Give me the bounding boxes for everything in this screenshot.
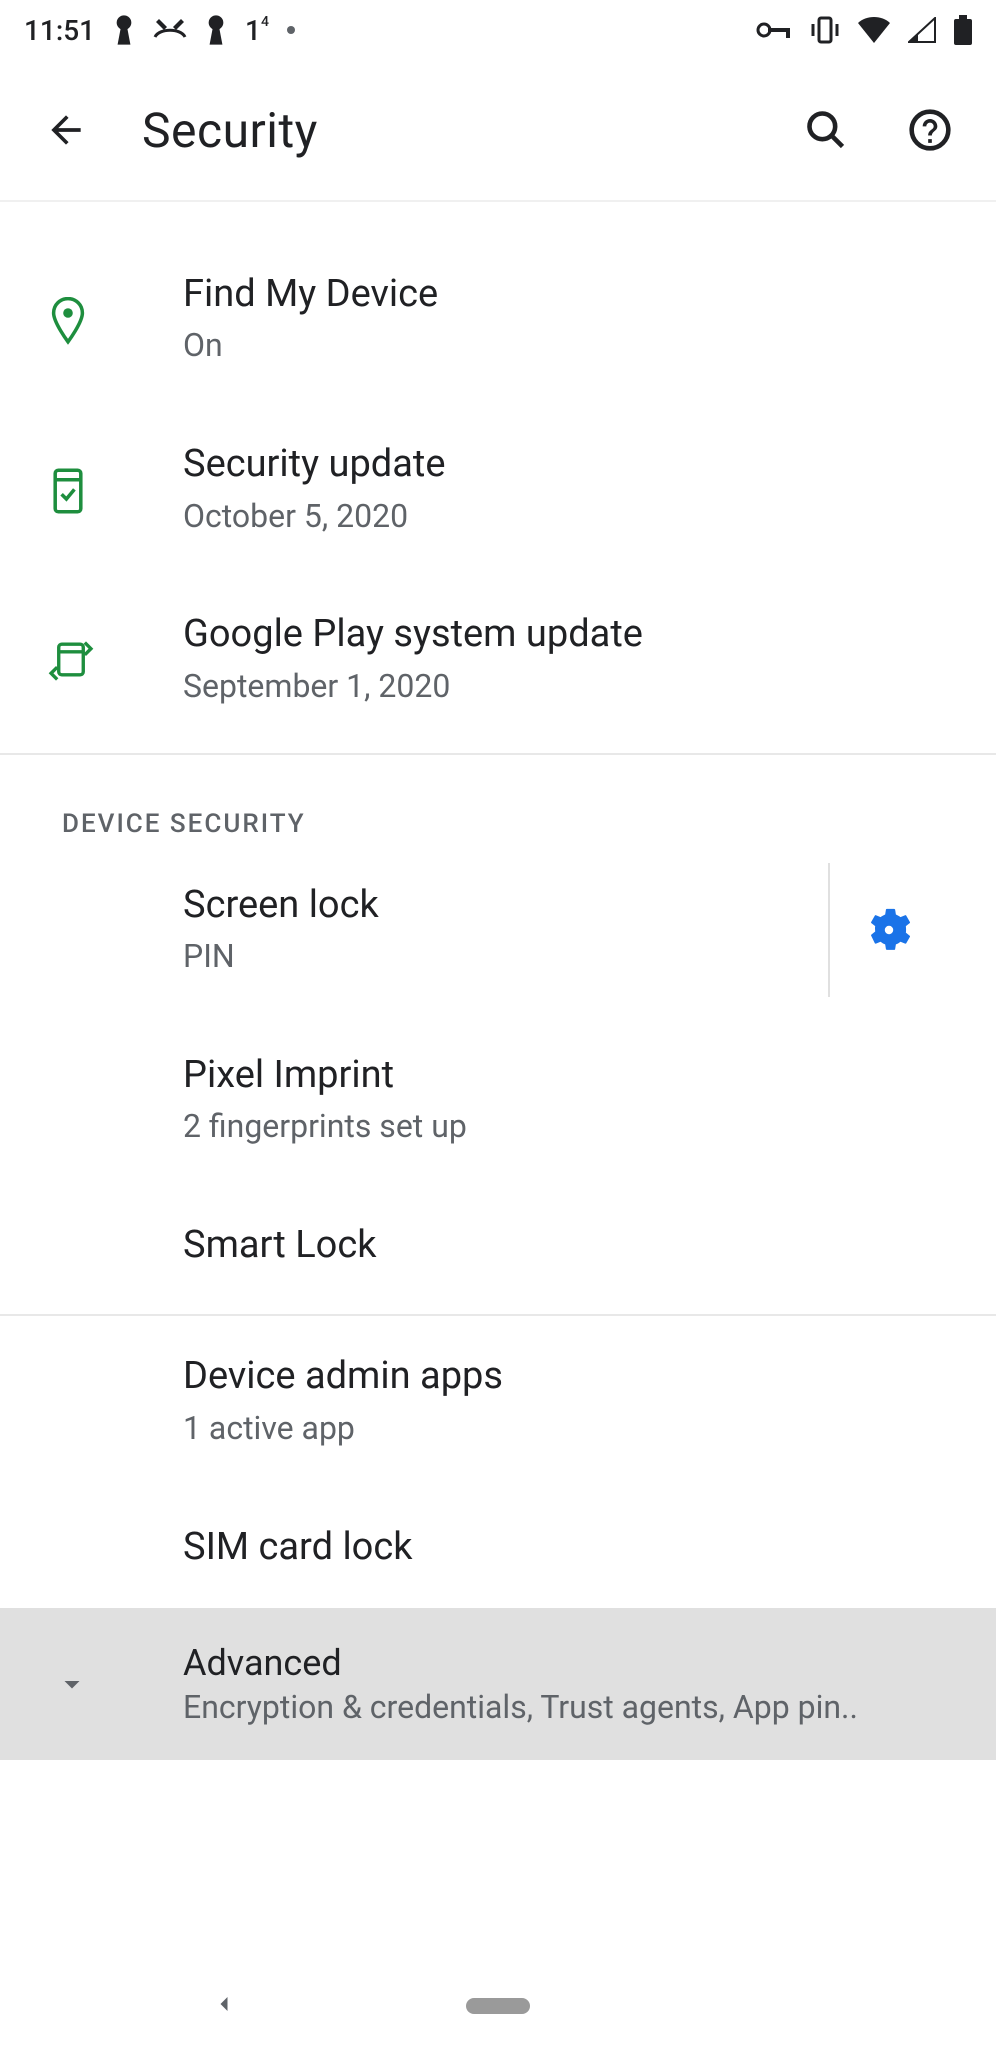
search-button[interactable] bbox=[798, 102, 854, 158]
row-title: Google Play system update bbox=[183, 610, 948, 659]
battery-icon bbox=[954, 15, 972, 45]
status-right bbox=[756, 15, 972, 45]
no-icon bbox=[48, 1244, 183, 1248]
no-icon bbox=[48, 1098, 183, 1102]
row-subtitle: October 5, 2020 bbox=[183, 494, 948, 539]
keyhole-icon-2 bbox=[205, 15, 227, 45]
row-smart-lock[interactable]: Smart Lock bbox=[0, 1185, 996, 1306]
missed-call-icon bbox=[153, 17, 187, 43]
page-title: Security bbox=[142, 102, 750, 159]
row-subtitle: 1 active app bbox=[183, 1406, 948, 1451]
help-button[interactable] bbox=[902, 102, 958, 158]
play-update-icon bbox=[48, 634, 183, 684]
screen-lock-settings-button[interactable] bbox=[828, 863, 948, 997]
row-screen-lock[interactable]: Screen lock PIN bbox=[0, 845, 996, 1015]
nav-back-button[interactable] bbox=[210, 1990, 238, 2022]
back-button[interactable] bbox=[38, 102, 94, 158]
keyhole-icon bbox=[113, 15, 135, 45]
row-title: SIM card lock bbox=[183, 1523, 948, 1572]
navigation-bar bbox=[0, 1964, 996, 2048]
row-play-update[interactable]: Google Play system update September 1, 2… bbox=[0, 574, 996, 744]
status-time: 11:51 bbox=[24, 14, 95, 47]
vpn-key-icon bbox=[756, 20, 792, 40]
content: apps Find My Device On Security update O… bbox=[0, 178, 996, 1760]
section-header-device-security: DEVICE SECURITY bbox=[0, 755, 996, 845]
sim-1-icon: 14 bbox=[245, 14, 269, 47]
row-title: Smart Lock bbox=[183, 1221, 948, 1270]
location-pin-icon bbox=[48, 293, 183, 345]
row-find-my-device[interactable]: Find My Device On bbox=[0, 234, 996, 404]
row-title: Device admin apps bbox=[183, 1352, 948, 1401]
row-subtitle: Encryption & credentials, Trust agents, … bbox=[183, 1688, 948, 1726]
no-icon bbox=[48, 1545, 183, 1549]
signal-icon bbox=[908, 17, 936, 43]
vibrate-icon bbox=[810, 16, 840, 44]
row-device-admin-apps[interactable]: Device admin apps 1 active app bbox=[0, 1316, 996, 1486]
row-pixel-imprint[interactable]: Pixel Imprint 2 fingerprints set up bbox=[0, 1015, 996, 1185]
row-subtitle: September 1, 2020 bbox=[183, 664, 948, 709]
system-update-icon bbox=[48, 463, 183, 515]
row-subtitle: PIN bbox=[183, 934, 828, 979]
status-bar: 11:51 14 bbox=[0, 0, 996, 60]
row-title: Find My Device bbox=[183, 270, 948, 319]
no-icon bbox=[48, 928, 183, 932]
no-icon bbox=[48, 1399, 183, 1403]
row-title: Pixel Imprint bbox=[183, 1051, 948, 1100]
wifi-icon bbox=[858, 17, 890, 43]
status-left: 11:51 14 bbox=[24, 14, 295, 47]
nav-home-pill[interactable] bbox=[466, 1998, 530, 2014]
row-title: Screen lock bbox=[183, 881, 828, 930]
row-subtitle: On bbox=[183, 323, 948, 368]
row-sim-card-lock[interactable]: SIM card lock bbox=[0, 1487, 996, 1608]
row-title: Advanced bbox=[183, 1642, 948, 1684]
row-advanced[interactable]: Advanced Encryption & credentials, Trust… bbox=[0, 1608, 996, 1760]
row-security-update[interactable]: Security update October 5, 2020 bbox=[0, 404, 996, 574]
row-title: Security update bbox=[183, 440, 948, 489]
dot-icon bbox=[287, 26, 295, 34]
row-subtitle: 2 fingerprints set up bbox=[183, 1104, 948, 1149]
chevron-down-icon bbox=[48, 1666, 183, 1702]
